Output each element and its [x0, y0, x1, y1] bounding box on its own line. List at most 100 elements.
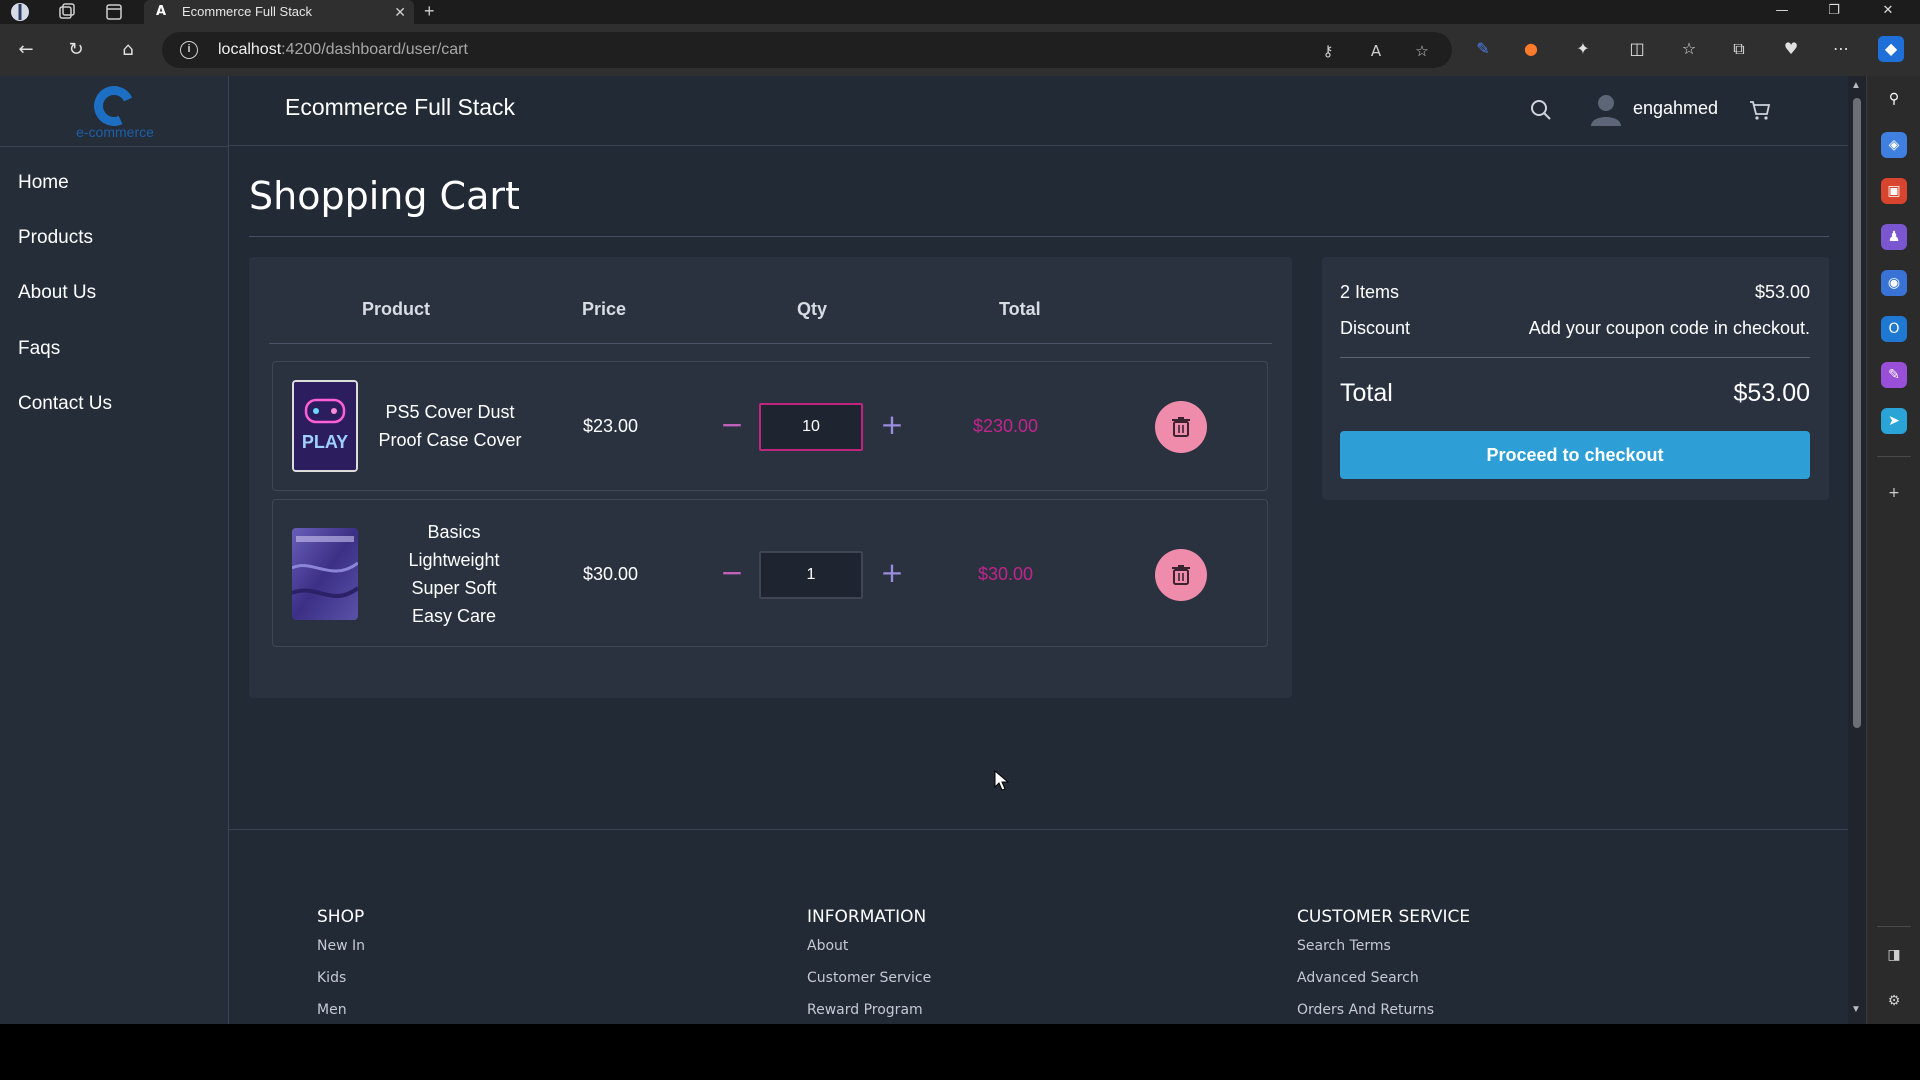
sidebar-add-icon[interactable]: + [1881, 480, 1907, 506]
nav-item-about-us[interactable]: About Us [18, 282, 96, 304]
footer-link[interactable]: About [807, 938, 848, 954]
items-subtotal: $53.00 [1754, 282, 1810, 302]
nav-item-products[interactable]: Products [18, 227, 93, 249]
home-icon[interactable]: ⌂ [116, 38, 140, 62]
nav-item-home[interactable]: Home [18, 172, 69, 194]
window-close-icon[interactable]: ✕ [1862, 0, 1914, 24]
favorites-icon[interactable]: ☆ [1676, 36, 1702, 62]
browser-essentials-icon[interactable]: ♥ [1778, 36, 1804, 62]
sidebar-settings-icon[interactable]: ⚙ [1881, 988, 1907, 1014]
active-tab[interactable]: A Ecommerce Full Stack ✕ [144, 0, 414, 24]
minimize-icon[interactable]: — [1756, 0, 1808, 24]
discount-note: Add your coupon code in checkout. [1528, 318, 1810, 338]
footer-link[interactable]: Reward Program [807, 1002, 923, 1018]
sidebar-microsoft365-icon[interactable]: ◉ [1881, 270, 1907, 296]
extension-pen-icon[interactable]: ✎ [1470, 36, 1496, 62]
sidebar-drop-icon[interactable]: ➤ [1881, 408, 1907, 434]
logo-text: e-commerce [76, 124, 154, 140]
sidebar-shopping-icon[interactable]: ◈ [1881, 132, 1907, 158]
page-scrollbar[interactable]: ▲ ▼ [1848, 76, 1866, 1024]
items-count: 2 Items [1340, 282, 1400, 302]
browser-tab-bar: A Ecommerce Full Stack ✕ + — ❐ ✕ [0, 0, 1920, 24]
sidebar-games-icon[interactable]: ♟ [1881, 224, 1907, 250]
site-info-icon[interactable]: i [180, 41, 198, 59]
sidebar-designer-icon[interactable]: ✎ [1881, 362, 1907, 388]
sidebar-outlook-icon[interactable]: O [1881, 316, 1907, 342]
site-logo[interactable]: e-commerce [70, 80, 160, 142]
summary-divider [1340, 357, 1810, 358]
footer-link[interactable]: Orders And Returns [1297, 1002, 1434, 1018]
scrollbar-thumb[interactable] [1853, 98, 1861, 728]
column-header-price: Price [582, 299, 627, 319]
footer-link[interactable]: Kids [317, 970, 346, 986]
page-title: Shopping Cart [249, 174, 520, 218]
nav-divider [0, 146, 229, 147]
footer-customer-service-heading: CUSTOMER SERVICE [1297, 907, 1471, 927]
username-label[interactable]: engahmed [1633, 98, 1718, 119]
proceed-to-checkout-button[interactable]: Proceed to checkout [1340, 431, 1810, 479]
title-divider [249, 236, 1829, 237]
footer-link[interactable]: Advanced Search [1297, 970, 1419, 986]
increase-qty-button[interactable]: + [879, 411, 905, 439]
trash-icon [1172, 565, 1190, 585]
increase-qty-button[interactable]: + [879, 559, 905, 587]
read-aloud-icon[interactable]: A [1366, 41, 1386, 61]
site-favicon-icon: A [156, 4, 167, 19]
new-tab-icon[interactable]: + [424, 0, 435, 22]
collections-icon[interactable]: ⧉ [1726, 36, 1752, 62]
key-icon[interactable]: ⚷ [1318, 41, 1338, 61]
cart-icon[interactable] [1748, 98, 1772, 122]
nav-item-contact-us[interactable]: Contact Us [18, 393, 112, 415]
sidebar-search-icon[interactable]: ⚲ [1881, 86, 1907, 112]
close-tab-icon[interactable]: ✕ [394, 0, 406, 24]
tab-title: Ecommerce Full Stack [182, 4, 313, 19]
copilot-icon[interactable]: ◆ [1878, 36, 1904, 62]
nav-item-faqs[interactable]: Faqs [18, 338, 60, 360]
address-bar[interactable]: i localhost:4200/dashboard/user/cart ⚷ A… [162, 32, 1452, 68]
scroll-up-icon[interactable]: ▲ [1851, 80, 1861, 91]
decrease-qty-button[interactable]: − [719, 559, 745, 587]
browser-sidebar: ⚲ ◈ ▣ ♟ ◉ O ✎ ➤ + ◨ ⚙ [1866, 76, 1920, 1024]
sidebar-hide-icon[interactable]: ◨ [1881, 942, 1907, 968]
sidebar-tools-icon[interactable]: ▣ [1881, 178, 1907, 204]
quantity-input[interactable] [759, 403, 863, 451]
product-image[interactable]: PLAY [292, 380, 358, 472]
url-text: localhost:4200/dashboard/user/cart [218, 41, 468, 58]
footer-link[interactable]: Search Terms [1297, 938, 1391, 954]
sidebar-divider [1877, 456, 1911, 457]
product-name[interactable]: Basics Lightweight Super Soft Easy Care [389, 518, 519, 630]
app-header: Ecommerce Full Stack engahmed [229, 76, 1848, 146]
footer-link[interactable]: New In [317, 938, 365, 954]
refresh-icon[interactable]: ↻ [64, 38, 88, 62]
footer-link[interactable]: Customer Service [807, 970, 931, 986]
split-screen-icon[interactable]: ◫ [1624, 36, 1650, 62]
quantity-input[interactable] [759, 551, 863, 599]
restore-icon[interactable]: ❐ [1808, 0, 1860, 24]
workspaces-icon[interactable] [54, 0, 78, 24]
cart-row: PLAY PS5 Cover Dust Proof Case Cover $23… [272, 361, 1268, 491]
footer-shop-heading: SHOP [317, 907, 365, 927]
extension-orange-icon[interactable]: ● [1518, 36, 1544, 62]
web-page: e-commerce Home Products About Us Faqs C… [0, 76, 1848, 1024]
total-label: Total [1340, 379, 1393, 407]
extensions-puzzle-icon[interactable]: ✦ [1570, 36, 1596, 62]
product-name[interactable]: PS5 Cover Dust Proof Case Cover [365, 398, 535, 454]
back-icon[interactable]: ← [14, 38, 38, 62]
footer-link[interactable]: Men [317, 1002, 347, 1018]
trash-icon [1172, 417, 1190, 437]
profile-icon[interactable] [8, 0, 32, 24]
tab-actions-icon[interactable] [102, 0, 126, 24]
more-options-icon[interactable]: ⋯ [1828, 36, 1854, 62]
user-avatar-icon[interactable] [1589, 92, 1623, 126]
favorite-star-icon[interactable]: ☆ [1412, 41, 1432, 61]
scroll-down-icon[interactable]: ▼ [1851, 1004, 1861, 1015]
total-value: $53.00 [1733, 379, 1810, 407]
product-price: $30.00 [583, 564, 639, 584]
decrease-qty-button[interactable]: − [719, 411, 745, 439]
footer-information-heading: INFORMATION [807, 907, 927, 927]
delete-item-button[interactable] [1155, 401, 1207, 453]
header-divider [269, 343, 1272, 344]
search-icon[interactable] [1529, 98, 1553, 122]
delete-item-button[interactable] [1155, 549, 1207, 601]
product-image[interactable] [292, 528, 358, 620]
